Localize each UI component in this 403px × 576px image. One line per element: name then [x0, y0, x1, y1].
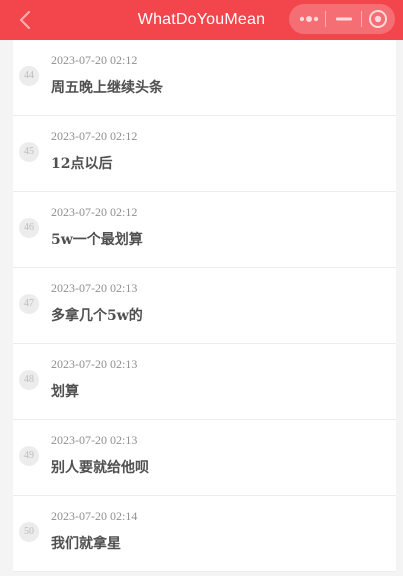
message-index-badge: 44	[19, 66, 39, 86]
minimize-button[interactable]	[326, 4, 362, 34]
message-text: 别人要就给他呗	[51, 460, 149, 476]
message-timestamp: 2023-07-20 02:13	[51, 281, 138, 295]
message-index-badge: 45	[19, 142, 39, 162]
top-navigation-bar: WhatDoYouMean	[0, 0, 403, 40]
mini-program-capsule	[289, 4, 395, 34]
message-text: 划算	[51, 384, 79, 400]
message-timestamp: 2023-07-20 02:14	[51, 509, 138, 523]
list-item[interactable]: 50 2023-07-20 02:14 我们就拿星	[13, 496, 396, 572]
target-circle-icon	[369, 10, 387, 28]
list-item[interactable]: 48 2023-07-20 02:13 划算	[13, 344, 396, 420]
message-text: 12点以后	[51, 156, 113, 172]
message-index-badge: 50	[19, 522, 39, 542]
message-timestamp: 2023-07-20 02:12	[51, 53, 138, 67]
message-text: 我们就拿星	[51, 536, 121, 552]
message-timestamp: 2023-07-20 02:12	[51, 205, 138, 219]
list-item[interactable]: 49 2023-07-20 02:13 别人要就给他呗	[13, 420, 396, 496]
more-button[interactable]	[291, 4, 327, 34]
message-list: 44 2023-07-20 02:12 周五晚上继续头条 45 2023-07-…	[13, 40, 396, 572]
message-text: 周五晚上继续头条	[51, 80, 163, 96]
message-index-badge: 49	[19, 446, 39, 466]
message-text: 多拿几个5w的	[51, 308, 143, 324]
minimize-icon	[336, 17, 352, 21]
list-item[interactable]: 44 2023-07-20 02:12 周五晚上继续头条	[13, 40, 396, 116]
message-text: 5w一个最划算	[51, 232, 143, 248]
more-dots-icon	[299, 16, 319, 22]
message-timestamp: 2023-07-20 02:12	[51, 129, 138, 143]
list-item[interactable]: 47 2023-07-20 02:13 多拿几个5w的	[13, 268, 396, 344]
list-item[interactable]: 45 2023-07-20 02:12 12点以后	[13, 116, 396, 192]
message-index-badge: 48	[19, 370, 39, 390]
list-item[interactable]: 46 2023-07-20 02:12 5w一个最划算	[13, 192, 396, 268]
message-timestamp: 2023-07-20 02:13	[51, 357, 138, 371]
message-index-badge: 46	[19, 218, 39, 238]
close-button[interactable]	[360, 4, 396, 34]
message-timestamp: 2023-07-20 02:13	[51, 433, 138, 447]
message-index-badge: 47	[19, 294, 39, 314]
